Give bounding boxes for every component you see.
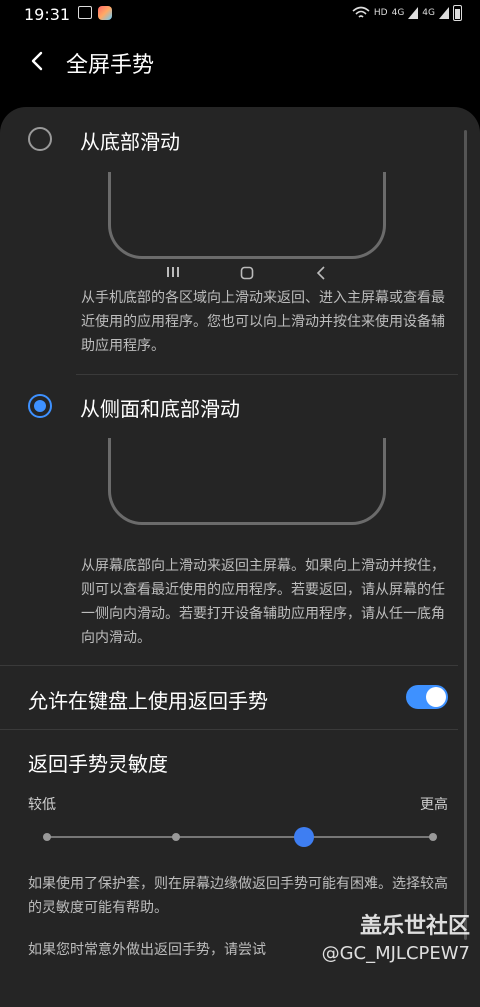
back-icon <box>316 266 325 280</box>
sensitivity-low-label: 较低 <box>28 797 56 813</box>
phone-illustration-sides <box>108 438 386 525</box>
radio-swipe-from-sides-and-bottom[interactable] <box>28 394 52 418</box>
watermark-brand: 盖乐世社区 <box>359 914 470 939</box>
hd-indicator: HD <box>373 8 388 18</box>
slider-step-dot <box>43 833 51 841</box>
network-4g-indicator-1: 4G <box>391 8 405 18</box>
slider-step-dot <box>429 833 437 841</box>
slider-step-dot <box>171 833 180 841</box>
divider <box>0 665 458 666</box>
divider <box>76 374 458 375</box>
recents-icon <box>167 267 179 277</box>
signal-icon-1 <box>408 7 419 19</box>
sensitivity-title: 返回手势灵敏度 <box>28 752 168 776</box>
option-label-swipe-from-sides-and-bottom[interactable]: 从侧面和底部滑动 <box>80 393 240 422</box>
page-title: 全屏手势 <box>66 53 155 78</box>
status-bar: 19:31 HD 4G 4G <box>0 0 480 30</box>
option-description-swipe-from-bottom: 从手机底部的各区域向上滑动来返回、进入主屏幕或查看最近使用的应用程序。您也可以向… <box>81 290 445 354</box>
home-icon <box>240 266 254 280</box>
sensitivity-slider[interactable] <box>47 836 433 838</box>
network-4g-indicator-2: 4G <box>422 8 435 18</box>
signal-icon-2 <box>439 7 449 19</box>
scrollbar[interactable] <box>464 130 467 940</box>
gallery-notification-icon <box>78 6 92 19</box>
keyboard-gesture-toggle[interactable] <box>406 685 448 709</box>
option-label-swipe-from-bottom[interactable]: 从底部滑动 <box>80 126 180 155</box>
back-button[interactable] <box>22 46 52 76</box>
status-time: 19:31 <box>24 5 71 24</box>
sensitivity-high-label: 更高 <box>420 797 448 813</box>
toggle-knob <box>426 687 446 707</box>
watermark-user: @GC_MJLCPEW7 <box>321 943 470 964</box>
phone-illustration-bottom <box>108 172 386 259</box>
keyboard-gesture-label: 允许在键盘上使用返回手势 <box>28 689 268 713</box>
app-header: 全屏手势 <box>0 30 480 94</box>
battery-icon <box>453 5 462 21</box>
chevron-left-icon <box>31 51 43 71</box>
divider <box>0 729 458 730</box>
radio-swipe-from-bottom[interactable] <box>28 127 52 151</box>
option-description-swipe-from-sides-and-bottom: 从屏幕底部向上滑动来返回主屏幕。如果向上滑动并按住，则可以查看最近使用的应用程序… <box>81 558 445 646</box>
app-notification-icon <box>98 6 112 20</box>
wifi-icon <box>352 6 370 18</box>
